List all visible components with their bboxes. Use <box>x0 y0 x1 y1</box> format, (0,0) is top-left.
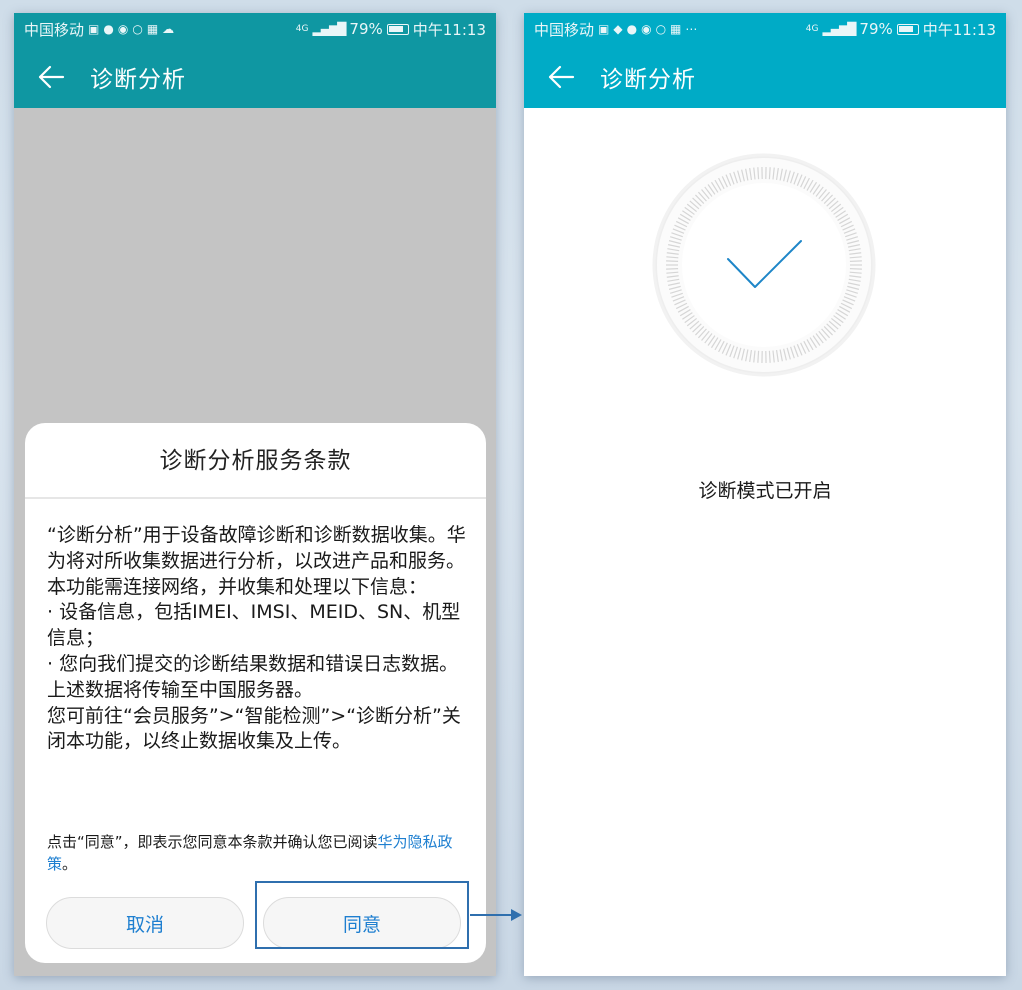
gallery-icon: ▦ <box>670 22 682 36</box>
dialog-body: “诊断分析”用于设备故障诊断和诊断数据收集。华为将对所收集数据进行分析，以改进产… <box>47 523 467 755</box>
dialog-divider <box>25 497 486 499</box>
status-bar: 中国移动 ▣ ◆ ● ◉ ○ ▦ ⋯ 4G ▂▄▆█ 79% 中午11:13 <box>524 13 1006 45</box>
message-icon: ● <box>103 22 114 36</box>
network-type: 4G <box>805 24 819 34</box>
signal-icon: ▂▄▆█ <box>822 22 857 36</box>
transition-arrow-head-icon <box>511 909 522 921</box>
battery-percent: 79% <box>349 20 383 38</box>
consent-note: 点击“同意”，即表示您同意本条款并确认您已阅读华为隐私政策。 <box>47 831 467 875</box>
success-ring <box>652 153 876 377</box>
left-phone-screen: 中国移动 ▣ ● ◉ ○ ▦ ☁ 4G ▂▄▆█ 79% 中午11:13 诊断分… <box>14 13 496 976</box>
app-notification-icon: ◆ <box>613 22 623 36</box>
hd-icon: ▣ <box>88 22 100 36</box>
terms-paragraph: 上述数据将传输至中国服务器。 <box>47 678 314 701</box>
page-title: 诊断分析 <box>90 66 186 93</box>
terms-paragraph: “诊断分析”用于设备故障诊断和诊断数据收集。华为将对所收集数据进行分析，以改进产… <box>47 524 466 598</box>
battery-icon <box>896 23 919 35</box>
back-arrow-icon[interactable] <box>546 62 576 92</box>
more-notifications-icon: ⋯ <box>685 22 698 36</box>
terms-paragraph: 您可前往“会员服务”>“智能检测”>“诊断分析”关闭本功能，以终止数据收集及上传… <box>47 704 461 753</box>
tick-ring-icon <box>652 153 876 377</box>
page-title: 诊断分析 <box>600 66 696 93</box>
clock: 中午11:13 <box>412 20 486 39</box>
circle-icon: ○ <box>655 22 667 36</box>
signal-icon: ▂▄▆█ <box>312 22 347 36</box>
terms-paragraph: · 您向我们提交的诊断结果数据和错误日志数据。 <box>47 652 459 675</box>
status-bar: 中国移动 ▣ ● ◉ ○ ▦ ☁ 4G ▂▄▆█ 79% 中午11:13 <box>14 13 496 45</box>
right-phone-screen: 中国移动 ▣ ◆ ● ◉ ○ ▦ ⋯ 4G ▂▄▆█ 79% 中午11:13 诊… <box>524 13 1006 976</box>
diagnostic-mode-status: 诊断模式已开启 <box>698 480 832 502</box>
cloud-icon: ☁ <box>162 22 175 36</box>
transition-arrow-line <box>470 914 512 916</box>
carrier-label: 中国移动 <box>534 20 595 39</box>
battery-icon <box>386 23 409 35</box>
clock: 中午11:13 <box>922 20 996 39</box>
consent-note-text: 点击“同意”，即表示您同意本条款并确认您已阅读 <box>47 833 378 851</box>
app-bar: 诊断分析 <box>524 45 1006 108</box>
app-notification-icon: ◉ <box>641 22 652 36</box>
battery-percent: 79% <box>859 20 893 38</box>
hd-icon: ▣ <box>598 22 610 36</box>
terms-paragraph: · 设备信息，包括IMEI、IMSI、MEID、SN、机型信息； <box>47 601 461 650</box>
agree-button-highlight <box>255 881 469 949</box>
circle-icon: ○ <box>132 22 143 36</box>
carrier-label: 中国移动 <box>24 20 85 39</box>
app-notification-icon: ◉ <box>117 22 129 36</box>
gallery-icon: ▦ <box>146 22 159 36</box>
cancel-button[interactable]: 取消 <box>46 897 244 949</box>
consent-note-suffix: 。 <box>62 855 78 873</box>
app-bar: 诊断分析 <box>14 45 496 108</box>
dialog-title: 诊断分析服务条款 <box>159 448 352 474</box>
message-icon: ● <box>626 22 638 36</box>
back-arrow-icon[interactable] <box>36 62 66 92</box>
network-type: 4G <box>295 24 309 34</box>
